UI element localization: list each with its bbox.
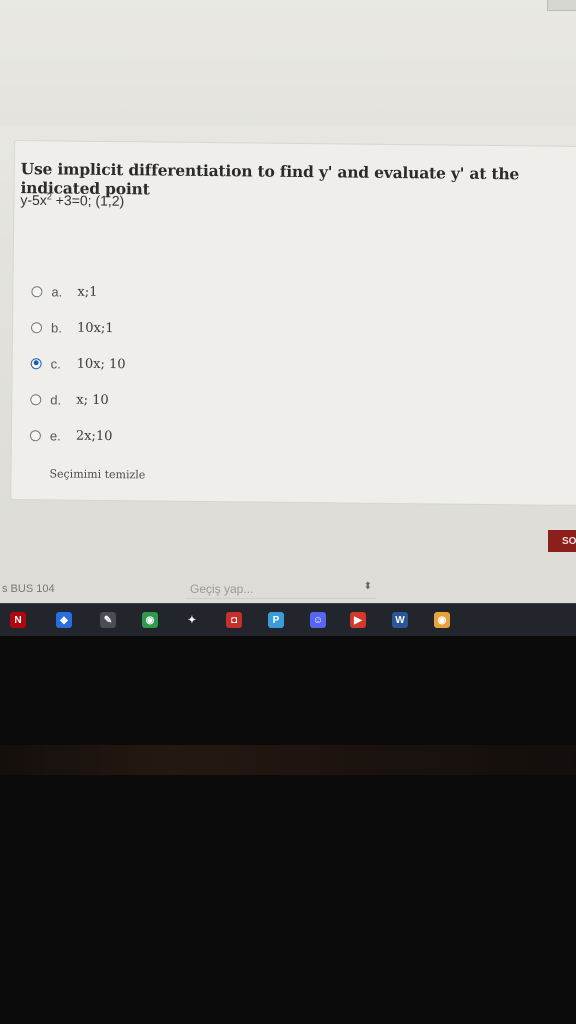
- netflix-icon[interactable]: N: [10, 612, 26, 628]
- option-value: 10x; 10: [76, 356, 126, 372]
- answer-option-a[interactable]: a. x;1: [31, 281, 97, 302]
- equation-suffix: +3=0; (1,2): [51, 192, 125, 209]
- browser-viewport: Use implicit differentiation to find y' …: [0, 0, 576, 636]
- discord-icon[interactable]: ☺: [310, 612, 326, 628]
- clear-choice-link[interactable]: Seçimimi temizle: [49, 467, 145, 481]
- answer-option-e[interactable]: e. 2x;10: [29, 425, 113, 446]
- question-card: Use implicit differentiation to find y' …: [10, 140, 576, 506]
- question-equation: y-5x2 +3=0; (1,2): [20, 191, 125, 209]
- radio-b[interactable]: [30, 321, 43, 333]
- play-app-icon[interactable]: ▶: [350, 612, 366, 628]
- option-letter: d.: [50, 391, 62, 408]
- option-letter: c.: [50, 355, 61, 372]
- quiz-navigation-bar: s BUS 104 Geçiş yap... ⬍: [0, 578, 576, 602]
- camera-app-icon[interactable]: ◘: [226, 612, 242, 628]
- option-letter: b.: [50, 319, 62, 336]
- next-page-button[interactable]: SO: [548, 530, 576, 552]
- radio-d[interactable]: [30, 393, 42, 405]
- jump-to-select[interactable]: Geçiş yap... ⬍: [186, 580, 376, 599]
- figma-icon[interactable]: ✦: [184, 612, 200, 628]
- answer-option-d[interactable]: d. x; 10: [30, 389, 109, 410]
- pen-app-icon[interactable]: ✎: [100, 612, 116, 628]
- radio-a[interactable]: [31, 285, 43, 297]
- corner-button[interactable]: [547, 0, 576, 11]
- answer-option-b[interactable]: b. 10x;1: [30, 317, 114, 338]
- option-value: 10x;1: [76, 320, 114, 336]
- radio-c[interactable]: [30, 357, 42, 369]
- word-icon[interactable]: W: [392, 612, 408, 628]
- select-arrow-icon: ⬍: [363, 581, 372, 592]
- diamond-app-icon[interactable]: ◆: [56, 612, 72, 628]
- course-link[interactable]: s BUS 104: [2, 583, 55, 595]
- option-value: x;1: [77, 284, 98, 300]
- jump-to-placeholder: Geçiş yap...: [190, 582, 254, 596]
- radio-e[interactable]: [29, 429, 41, 441]
- os-taskbar: N ◆ ✎ ◉ ✦ ◘ P ☺ ▶ W ◉: [0, 603, 576, 636]
- option-value: x; 10: [76, 392, 109, 408]
- option-value: 2x;10: [75, 428, 113, 444]
- option-letter: a.: [51, 283, 63, 300]
- chrome-profile-icon[interactable]: ◉: [434, 612, 450, 628]
- p-app-icon[interactable]: P: [268, 612, 284, 628]
- chrome-icon[interactable]: ◉: [142, 612, 158, 628]
- answer-option-c[interactable]: c. 10x; 10: [30, 353, 126, 374]
- equation-prefix: y-5x: [20, 191, 47, 209]
- screen-reflection: [0, 745, 576, 775]
- option-letter: e.: [49, 427, 61, 444]
- page-header-area: [0, 0, 576, 126]
